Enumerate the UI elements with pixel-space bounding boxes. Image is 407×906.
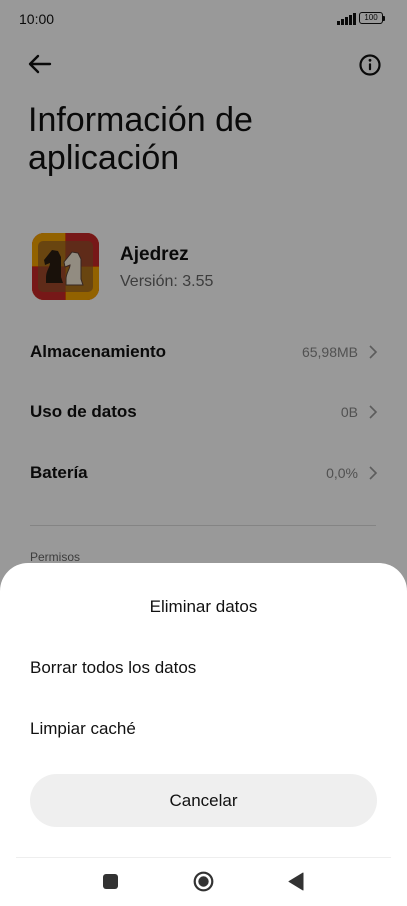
recents-square-icon[interactable] — [103, 874, 118, 889]
nav-divider — [16, 857, 391, 858]
clear-cache-option[interactable]: Limpiar caché — [30, 719, 136, 739]
sheet-title: Eliminar datos — [149, 597, 258, 616]
back-triangle-icon[interactable] — [288, 872, 304, 891]
clear-all-data-option[interactable]: Borrar todos los datos — [30, 658, 196, 678]
cancel-button[interactable]: Cancelar — [30, 774, 377, 827]
clear-data-bottom-sheet: Eliminar datos Borrar todos los datos Li… — [0, 563, 407, 906]
home-circle-icon[interactable] — [193, 871, 214, 892]
